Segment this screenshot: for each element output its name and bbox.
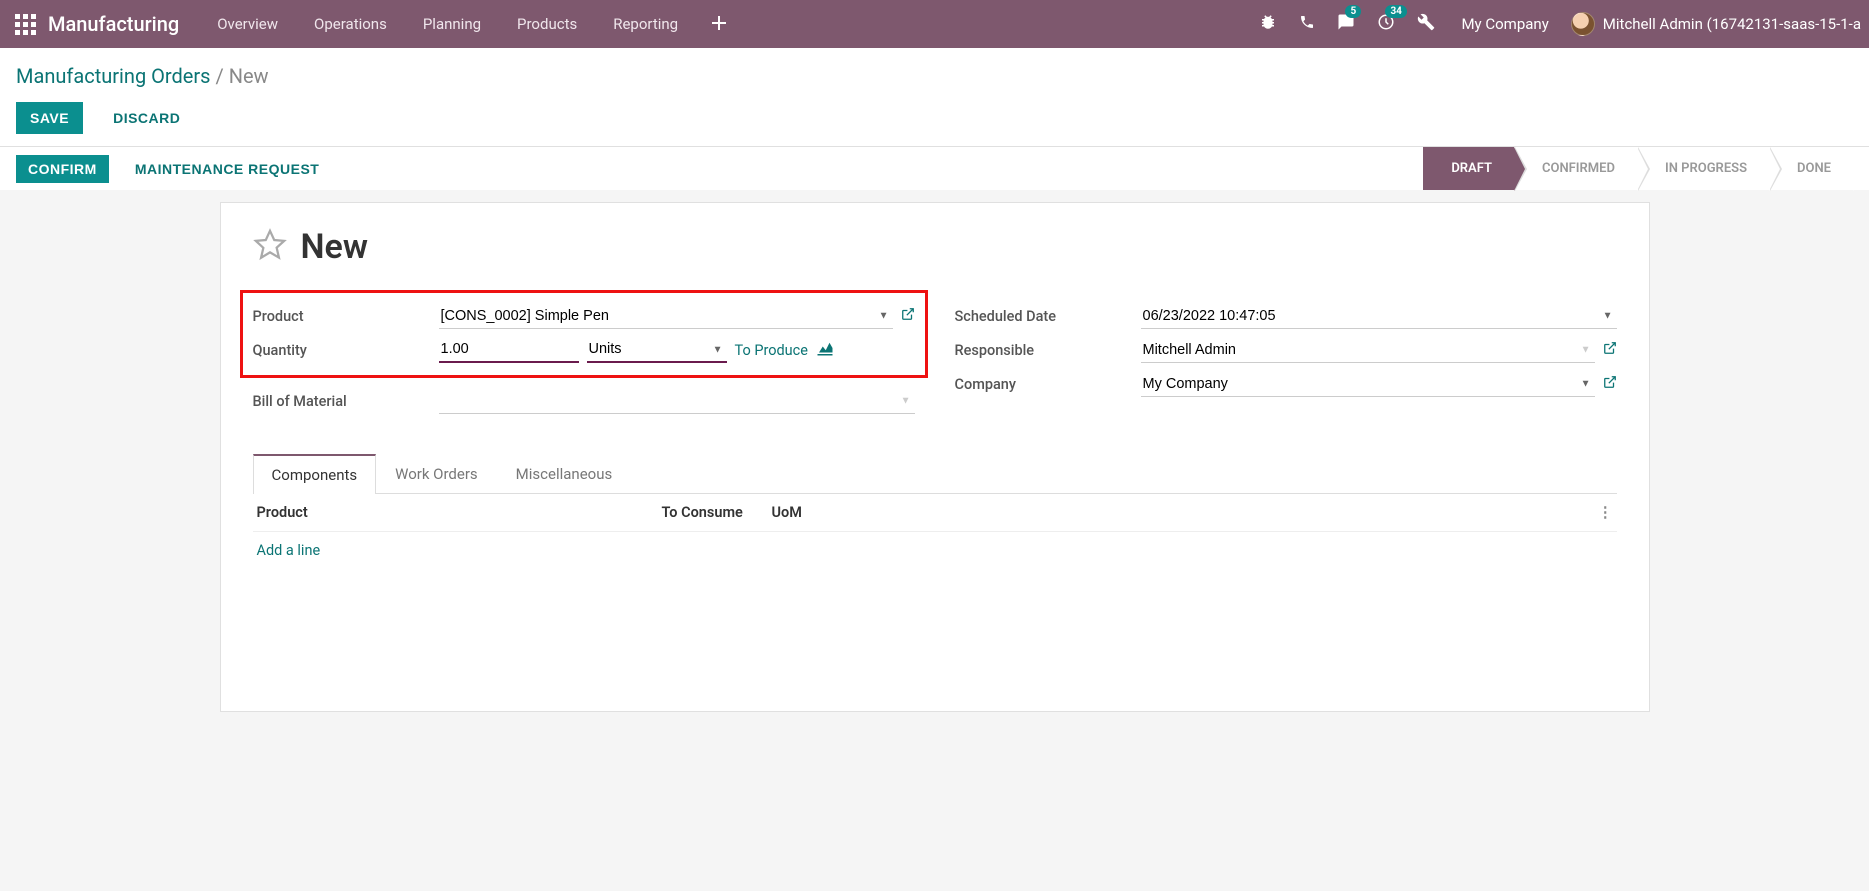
star-icon[interactable] bbox=[253, 228, 287, 266]
save-button[interactable]: SAVE bbox=[16, 102, 83, 134]
tab-work-orders[interactable]: Work Orders bbox=[376, 454, 497, 494]
responsible-label: Responsible bbox=[955, 342, 1135, 359]
nav-item-planning[interactable]: Planning bbox=[405, 1, 499, 47]
company-switcher[interactable]: My Company bbox=[1453, 15, 1556, 33]
apps-icon[interactable] bbox=[8, 7, 42, 41]
confirm-button[interactable]: CONFIRM bbox=[16, 155, 109, 183]
forecast-icon[interactable] bbox=[816, 340, 834, 360]
messages-badge: 5 bbox=[1345, 5, 1361, 18]
statusbar: CONFIRM MAINTENANCE REQUEST DRAFT CONFIR… bbox=[0, 146, 1869, 190]
quantity-input[interactable] bbox=[439, 337, 579, 363]
responsible-input[interactable] bbox=[1141, 338, 1595, 363]
control-panel: Manufacturing Orders / New SAVE DISCARD bbox=[0, 48, 1869, 146]
bug-icon[interactable] bbox=[1255, 9, 1281, 39]
scheduled-label: Scheduled Date bbox=[955, 308, 1135, 325]
messages-icon[interactable]: 5 bbox=[1333, 9, 1359, 39]
external-link-icon[interactable] bbox=[1603, 375, 1617, 393]
discard-button[interactable]: DISCARD bbox=[99, 102, 194, 134]
tab-components-content: Product To Consume UoM ⋮ Add a line bbox=[253, 494, 1617, 569]
nav-new-icon[interactable] bbox=[696, 14, 742, 35]
company-input[interactable] bbox=[1141, 372, 1595, 397]
nav-item-operations[interactable]: Operations bbox=[296, 1, 405, 47]
breadcrumb-parent[interactable]: Manufacturing Orders bbox=[16, 64, 211, 88]
maintenance-button[interactable]: MAINTENANCE REQUEST bbox=[123, 155, 332, 183]
nav-item-reporting[interactable]: Reporting bbox=[595, 1, 696, 47]
col-consume: To Consume bbox=[662, 504, 772, 521]
breadcrumb-current: New bbox=[229, 64, 269, 88]
phone-icon[interactable] bbox=[1295, 10, 1319, 38]
bom-label: Bill of Material bbox=[253, 393, 433, 410]
nav-menu: Overview Operations Planning Products Re… bbox=[199, 1, 696, 47]
activities-badge: 34 bbox=[1385, 5, 1406, 18]
avatar bbox=[1571, 12, 1595, 36]
status-step-draft[interactable]: DRAFT bbox=[1423, 147, 1514, 190]
bom-input[interactable] bbox=[439, 389, 915, 414]
tabs: Components Work Orders Miscellaneous bbox=[253, 454, 1617, 494]
breadcrumb: Manufacturing Orders / New bbox=[16, 58, 1853, 102]
highlight-box: Product ▼ Quantity bbox=[240, 290, 928, 378]
to-produce-link[interactable]: To Produce bbox=[735, 342, 808, 359]
external-link-icon[interactable] bbox=[901, 307, 915, 325]
tab-components[interactable]: Components bbox=[253, 454, 377, 494]
external-link-icon[interactable] bbox=[1603, 341, 1617, 359]
activities-icon[interactable]: 34 bbox=[1373, 9, 1399, 39]
status-steps: DRAFT CONFIRMED IN PROGRESS DONE bbox=[1423, 147, 1853, 190]
col-product: Product bbox=[257, 504, 662, 521]
navbar: Manufacturing Overview Operations Planni… bbox=[0, 0, 1869, 48]
col-uom: UoM bbox=[772, 504, 1593, 521]
status-step-confirmed[interactable]: CONFIRMED bbox=[1514, 147, 1637, 190]
tools-icon[interactable] bbox=[1413, 9, 1439, 39]
status-step-in-progress[interactable]: IN PROGRESS bbox=[1637, 147, 1769, 190]
user-name: Mitchell Admin (16742131-saas-15-1-a bbox=[1603, 15, 1861, 33]
product-input[interactable] bbox=[439, 304, 893, 329]
scheduled-input[interactable] bbox=[1141, 304, 1617, 329]
uom-input[interactable] bbox=[587, 337, 727, 363]
form-sheet: New Product ▼ bbox=[220, 202, 1650, 712]
company-label: Company bbox=[955, 376, 1135, 393]
add-line-link[interactable]: Add a line bbox=[253, 532, 1617, 569]
page-title: New bbox=[301, 227, 368, 267]
nav-item-products[interactable]: Products bbox=[499, 1, 595, 47]
kebab-icon[interactable]: ⋮ bbox=[1593, 504, 1613, 521]
nav-item-overview[interactable]: Overview bbox=[199, 1, 296, 47]
tab-misc[interactable]: Miscellaneous bbox=[497, 454, 632, 494]
brand[interactable]: Manufacturing bbox=[48, 12, 179, 36]
user-menu[interactable]: Mitchell Admin (16742131-saas-15-1-a bbox=[1571, 12, 1861, 36]
quantity-label: Quantity bbox=[253, 342, 433, 359]
product-label: Product bbox=[253, 308, 433, 325]
